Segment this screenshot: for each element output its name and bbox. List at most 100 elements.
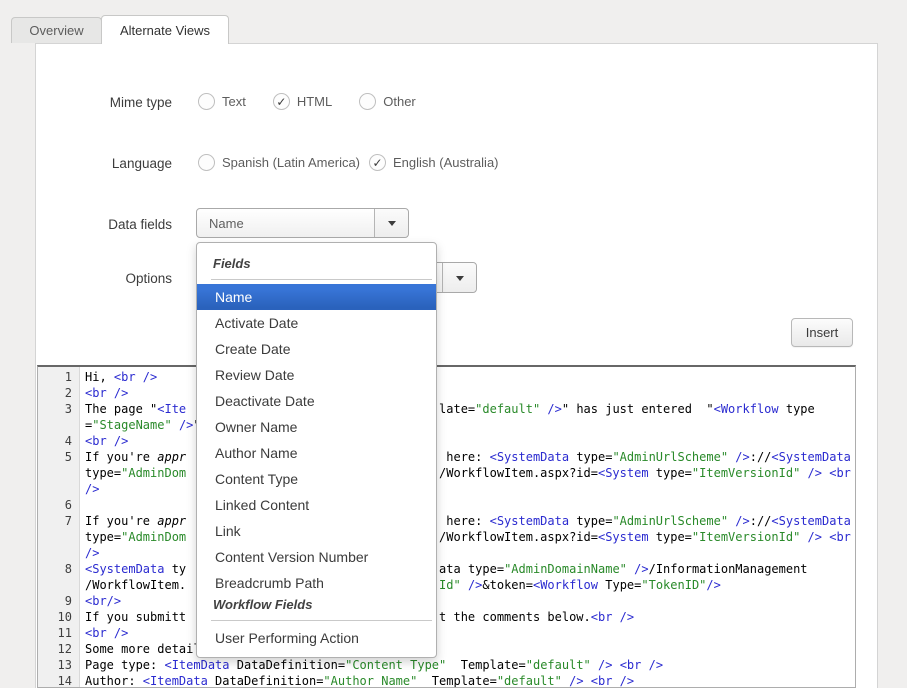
radio-label-other: Other: [383, 94, 416, 109]
radio-checked-icon[interactable]: ✓: [369, 154, 386, 171]
radio-label-spanish-latin-america: Spanish (Latin America): [222, 155, 360, 170]
code-line: 7If you're appr here: <SystemData type="…: [38, 513, 855, 529]
dropdown-group-header-fields: Fields: [197, 255, 436, 275]
fields-dropdown-menu: Fields NameActivate DateCreate DateReview…: [196, 242, 437, 658]
line-number: 1: [38, 369, 72, 385]
line-number: [38, 545, 72, 561]
language-label: Language: [92, 156, 172, 171]
dropdown-separator: [211, 279, 432, 280]
dropdown-item-content-type[interactable]: Content Type: [197, 466, 436, 492]
dropdown-item-deactivate-date[interactable]: Deactivate Date: [197, 388, 436, 414]
dropdown-item-activate-date[interactable]: Activate Date: [197, 310, 436, 336]
line-number: 7: [38, 513, 72, 529]
dropdown-item-user-performing-action[interactable]: User Performing Action: [197, 625, 436, 651]
tab-alternate-views-label: Alternate Views: [120, 23, 210, 38]
page: Overview Alternate Views Mime type Text ✓…: [0, 0, 907, 688]
dropdown-item-create-date[interactable]: Create Date: [197, 336, 436, 362]
dropdown-item-owner-name[interactable]: Owner Name: [197, 414, 436, 440]
radio-unchecked-icon[interactable]: [198, 93, 215, 110]
code-line: 13 Page type: <ItemData DataDefinition="C…: [38, 657, 855, 673]
line-number: 3: [38, 401, 72, 417]
insert-button[interactable]: Insert: [791, 318, 853, 347]
radio-other[interactable]: Other: [359, 93, 416, 110]
code-line: />: [38, 481, 855, 497]
data-fields-label: Data fields: [92, 217, 172, 232]
line-number: 13: [38, 657, 72, 673]
dropdown-item-name[interactable]: Name: [197, 284, 436, 310]
radio-checked-icon[interactable]: ✓: [273, 93, 290, 110]
code-line-text: <br/>: [85, 593, 121, 609]
data-fields-select[interactable]: Name: [196, 208, 409, 238]
line-number: 2: [38, 385, 72, 401]
radio-english-australia[interactable]: ✓ English (Australia): [369, 154, 499, 171]
code-editor[interactable]: 1 Hi, <br /> 2 <br /> 3 The page "<Ite late="…: [37, 365, 856, 688]
line-number: 8: [38, 561, 72, 577]
options-label: Options: [92, 271, 172, 286]
mime-type-radio-group: Text ✓ HTML Other: [198, 93, 443, 110]
line-number: 9: [38, 593, 72, 609]
line-number: 11: [38, 625, 72, 641]
code-line-text: <br />: [85, 385, 128, 401]
dropdown-item-link[interactable]: Link: [197, 518, 436, 544]
line-number: [38, 417, 72, 433]
radio-html[interactable]: ✓ HTML: [273, 93, 332, 110]
tab-overview-label: Overview: [29, 23, 83, 38]
dropdown-group-header-workflow-fields: Workflow Fields: [197, 596, 436, 616]
language-radio-group: Spanish (Latin America) ✓ English (Austral…: [198, 154, 508, 171]
line-number: 12: [38, 641, 72, 657]
radio-spanish-latin-america[interactable]: Spanish (Latin America): [198, 154, 360, 171]
radio-unchecked-icon[interactable]: [359, 93, 376, 110]
data-fields-selected-value: Name: [197, 216, 374, 231]
tab-overview[interactable]: Overview: [11, 17, 102, 43]
code-line: 2 <br />: [38, 385, 855, 401]
line-number: [38, 481, 72, 497]
line-number: 4: [38, 433, 72, 449]
dropdown-item-content-version-number[interactable]: Content Version Number: [197, 544, 436, 570]
code-line: 9 <br/>: [38, 593, 855, 609]
dropdown-separator: [211, 620, 432, 621]
code-line: 3 The page "<Ite late="default" />" has j…: [38, 401, 855, 417]
code-line: />: [38, 545, 855, 561]
line-number: 6: [38, 497, 72, 513]
code-line-text: <SystemData ty ata type="AdminDomainName…: [85, 561, 808, 577]
line-number: [38, 529, 72, 545]
code-line-text: Author: <ItemData DataDefinition="Author…: [85, 673, 634, 688]
code-line: 1 Hi, <br />: [38, 369, 855, 385]
dropdown-item-review-date[interactable]: Review Date: [197, 362, 436, 388]
mime-type-label: Mime type: [92, 95, 172, 110]
code-line-text: <br />: [85, 625, 128, 641]
chevron-down-icon[interactable]: [374, 209, 408, 237]
code-line-text: Hi, <br />: [85, 369, 157, 385]
radio-label-html: HTML: [297, 94, 332, 109]
code-line: type="AdminDom /WorkflowItem.aspx?id=<Sy…: [38, 465, 855, 481]
dropdown-item-breadcrumb-path[interactable]: Breadcrumb Path: [197, 570, 436, 596]
line-number: [38, 577, 72, 593]
code-line: 10If you submitt t the comments below.<b…: [38, 609, 855, 625]
code-line-text: />: [85, 481, 99, 497]
dropdown-item-author-name[interactable]: Author Name: [197, 440, 436, 466]
code-line: 4 <br />: [38, 433, 855, 449]
radio-label-english-australia: English (Australia): [393, 155, 499, 170]
tab-alternate-views[interactable]: Alternate Views: [101, 15, 229, 44]
code-line: 11 <br />: [38, 625, 855, 641]
code-line-text: The page "<Ite late="default" />" has ju…: [85, 401, 815, 417]
code-line: 5If you're appr here: <SystemData type="…: [38, 449, 855, 465]
code-line-text: />: [85, 545, 99, 561]
code-line: 8 <SystemData ty ata type="AdminDomainNam…: [38, 561, 855, 577]
line-number: 10: [38, 609, 72, 625]
code-line: 14 Author: <ItemData DataDefinition="Auth…: [38, 673, 855, 688]
code-content: 1 Hi, <br /> 2 <br /> 3 The page "<Ite late="…: [38, 369, 855, 688]
radio-unchecked-icon[interactable]: [198, 154, 215, 171]
code-line: 12Some more details about the page: <br …: [38, 641, 855, 657]
dropdown-item-linked-content[interactable]: Linked Content: [197, 492, 436, 518]
code-line: 6: [38, 497, 855, 513]
code-line-text: <br />: [85, 433, 128, 449]
code-line: type="AdminDom /WorkflowItem.aspx?id=<Sy…: [38, 529, 855, 545]
radio-text[interactable]: Text: [198, 93, 246, 110]
chevron-down-icon[interactable]: [442, 263, 476, 292]
code-line: /WorkflowItem. Id" />&token=<Workflow Ty…: [38, 577, 855, 593]
radio-label-text: Text: [222, 94, 246, 109]
code-line: ="StageName" />": [38, 417, 855, 433]
line-number: 14: [38, 673, 72, 688]
code-line-text: Page type: <ItemData DataDefinition="Con…: [85, 657, 663, 673]
